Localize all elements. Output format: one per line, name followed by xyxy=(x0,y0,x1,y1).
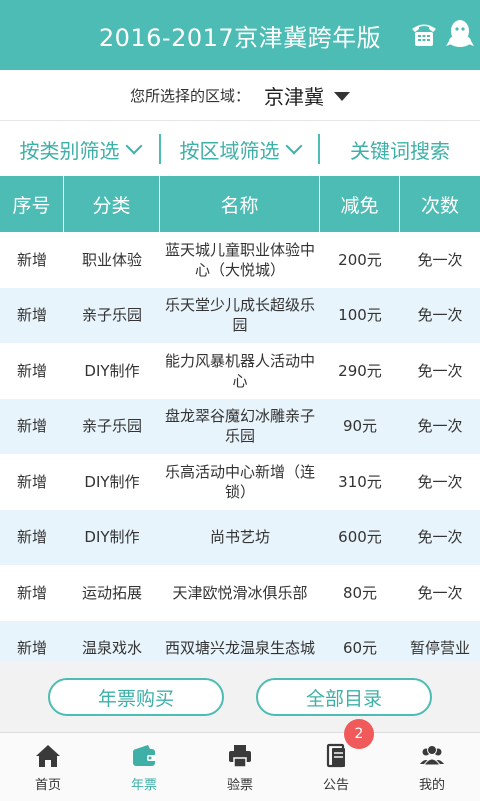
cell-times: 免一次 xyxy=(417,361,463,380)
cell-times: 免一次 xyxy=(417,472,463,491)
phone-icon[interactable] xyxy=(408,18,440,50)
app-header: 2016-2017京津冀跨年版 xyxy=(0,0,480,70)
table-row[interactable]: 新增 运动拓展 天津欧悦滑冰俱乐部 80元 免一次 xyxy=(0,565,480,621)
cell-discount: 80元 xyxy=(342,583,378,602)
user-group-icon xyxy=(420,744,444,765)
cell-times: 免一次 xyxy=(417,417,463,436)
tab-home-label: 首页 xyxy=(34,777,61,793)
cell-discount: 600元 xyxy=(338,528,382,547)
region-label: 您所选择的区域： xyxy=(129,86,250,105)
cell-index: 新增 xyxy=(16,417,47,436)
filter-by-category-label: 按类别筛选 xyxy=(19,138,120,163)
column-header-name: 名称 xyxy=(160,176,320,232)
tab-notice-label: 公告 xyxy=(322,777,349,793)
cell-discount: 200元 xyxy=(338,250,382,269)
cell-index: 新增 xyxy=(16,361,47,380)
table-row[interactable]: 新增 DIY制作 乐高活动中心新增（连锁） 310元 免一次 xyxy=(0,454,480,510)
cell-index: 新增 xyxy=(16,472,47,491)
filter-by-area[interactable]: 按区域筛选 xyxy=(161,121,318,177)
printer-icon xyxy=(229,744,251,768)
cell-name: 天津欧悦滑冰俱乐部 xyxy=(172,583,308,602)
cell-category: DIY制作 xyxy=(84,361,140,380)
filter-bar: 按类别筛选 按区域筛选 关键词搜索 xyxy=(0,120,480,177)
cell-index: 新增 xyxy=(16,639,47,658)
full-catalog-button[interactable]: 全部目录 xyxy=(256,678,432,716)
cell-times: 免一次 xyxy=(417,250,463,269)
cell-index: 新增 xyxy=(16,306,47,325)
cell-discount: 290元 xyxy=(338,361,382,380)
filter-by-category[interactable]: 按类别筛选 xyxy=(0,121,159,177)
table-row[interactable]: 新增 DIY制作 能力风暴机器人活动中心 290元 免一次 xyxy=(0,343,480,399)
region-selector[interactable]: 您所选择的区域： 京津冀 xyxy=(0,70,480,120)
cell-name: 尚书艺坊 xyxy=(209,528,270,547)
cell-discount: 90元 xyxy=(342,417,378,436)
table-row[interactable]: 新增 亲子乐园 乐天堂少儿成长超级乐园 100元 免一次 xyxy=(0,287,480,343)
cell-name: 西双塘兴龙温泉生态城 xyxy=(164,639,315,658)
keyword-search-label: 关键词搜索 xyxy=(350,138,450,163)
cell-category: 温泉戏水 xyxy=(81,639,142,658)
cell-name: 蓝天城儿童职业体验中心（大悦城） xyxy=(164,240,315,279)
cell-name: 乐天堂少儿成长超级乐园 xyxy=(164,296,315,335)
page-title: 2016-2017京津冀跨年版 xyxy=(98,23,382,52)
tab-check-ticket[interactable]: 验票 xyxy=(192,733,288,801)
cell-times: 免一次 xyxy=(417,528,463,547)
cell-category: 亲子乐园 xyxy=(81,306,142,325)
cell-category: DIY制作 xyxy=(84,472,140,491)
table-body: 新增 职业体验 蓝天城儿童职业体验中心（大悦城） 200元 免一次 新增 亲子乐… xyxy=(0,232,480,662)
tab-notice[interactable]: 2 公告 xyxy=(288,719,384,801)
chevron-down-icon xyxy=(285,137,302,155)
cell-index: 新增 xyxy=(16,250,47,269)
cell-category: DIY制作 xyxy=(84,528,140,547)
chevron-down-icon xyxy=(125,137,142,155)
table-row[interactable]: 新增 亲子乐园 盘龙翠谷魔幻冰雕亲子乐园 90元 免一次 xyxy=(0,398,480,454)
cell-times: 免一次 xyxy=(417,583,463,602)
table-header: 序号 分类 名称 减免 次数 xyxy=(0,176,480,232)
filter-by-area-label: 按区域筛选 xyxy=(179,138,280,163)
tab-annual-ticket-label: 年票 xyxy=(130,777,157,793)
notice-icon xyxy=(326,743,345,767)
cell-discount: 310元 xyxy=(338,472,382,491)
tab-check-ticket-label: 验票 xyxy=(226,777,253,793)
home-icon xyxy=(36,744,60,767)
cell-name: 乐高活动中心新增（连锁） xyxy=(164,462,315,501)
caret-down-icon[interactable] xyxy=(334,92,350,101)
cell-times: 暂停营业 xyxy=(409,639,470,658)
buy-annual-ticket-button[interactable]: 年票购买 xyxy=(48,678,224,716)
cell-name: 盘龙翠谷魔幻冰雕亲子乐园 xyxy=(164,407,315,446)
keyword-search-button[interactable]: 关键词搜索 xyxy=(320,121,480,177)
action-bar: 年票购买 全部目录 xyxy=(0,662,480,732)
column-header-discount: 减免 xyxy=(320,176,400,232)
wallet-icon xyxy=(133,744,156,766)
bottom-tab-bar: 首页 年票 验票 2 公告 我的 xyxy=(0,719,480,801)
tab-mine-label: 我的 xyxy=(418,777,445,793)
cell-name: 能力风暴机器人活动中心 xyxy=(164,351,315,390)
cell-index: 新增 xyxy=(16,528,47,547)
cell-category: 亲子乐园 xyxy=(81,417,142,436)
region-value[interactable]: 京津冀 xyxy=(264,81,324,110)
qq-icon[interactable] xyxy=(444,18,476,50)
tab-home[interactable]: 首页 xyxy=(0,733,96,801)
cell-times: 免一次 xyxy=(417,306,463,325)
table-row[interactable]: 新增 温泉戏水 西双塘兴龙温泉生态城 60元 暂停营业 xyxy=(0,620,480,662)
tab-mine[interactable]: 我的 xyxy=(384,733,480,801)
cell-index: 新增 xyxy=(16,583,47,602)
cell-category: 运动拓展 xyxy=(81,583,142,602)
cell-discount: 60元 xyxy=(342,639,378,658)
notice-badge: 2 xyxy=(344,719,374,749)
column-header-times: 次数 xyxy=(420,194,459,217)
cell-category: 职业体验 xyxy=(81,250,142,269)
cell-discount: 100元 xyxy=(338,306,382,325)
column-header-index: 序号 xyxy=(0,176,64,232)
table-row[interactable]: 新增 职业体验 蓝天城儿童职业体验中心（大悦城） 200元 免一次 xyxy=(0,232,480,288)
column-header-category: 分类 xyxy=(64,176,160,232)
table-row[interactable]: 新增 DIY制作 尚书艺坊 600元 免一次 xyxy=(0,509,480,565)
tab-annual-ticket[interactable]: 年票 xyxy=(96,733,192,801)
